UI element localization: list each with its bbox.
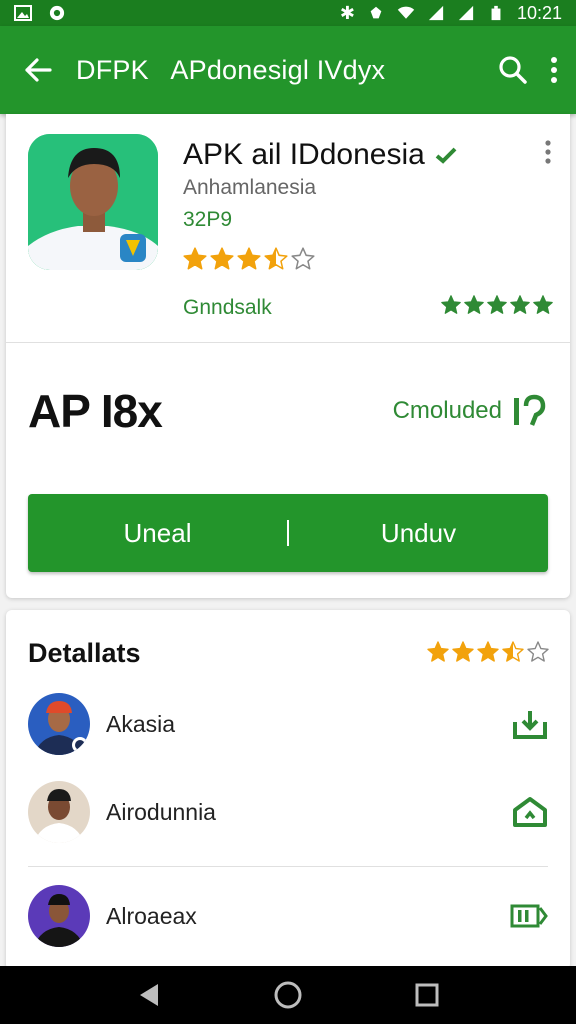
star-icon	[264, 247, 288, 270]
page-title: DFPK APdonesigl IVdyx	[76, 54, 386, 85]
image-icon	[14, 5, 32, 21]
details-title: Detallats	[28, 638, 141, 668]
vibrate-icon	[370, 6, 382, 19]
signal-icon-2	[458, 5, 474, 21]
card-divider	[6, 342, 570, 343]
install-title: AP I8x	[28, 385, 163, 437]
battery-icon	[491, 5, 501, 21]
battery-forward-icon[interactable]	[510, 903, 548, 929]
star-icon	[502, 641, 524, 662]
app-rating-stars	[182, 246, 316, 272]
back-button[interactable]	[0, 26, 76, 114]
details-rating-stars	[426, 640, 550, 664]
card-more-icon[interactable]	[544, 140, 552, 164]
install-status-label: Cmoluded	[392, 397, 502, 424]
star-icon	[533, 295, 553, 314]
app-name-label: APK ail IDdonesia	[183, 138, 425, 171]
app-bar: DFPK APdonesigl IVdyx	[0, 26, 576, 114]
nav-back-icon[interactable]	[136, 982, 162, 1008]
search-icon[interactable]	[498, 55, 528, 85]
app-size: 32P9	[183, 208, 233, 231]
install-action-bar: Uneal Unduv	[28, 494, 548, 572]
list-item-label: Alroaeax	[106, 902, 197, 929]
avatar	[28, 693, 90, 755]
avatar-image	[28, 693, 90, 755]
app-genre[interactable]: Gnndsalk	[183, 296, 272, 320]
navigation-bar	[0, 966, 576, 1024]
status-bar: ✱ 10:21	[0, 0, 576, 26]
list-item-label: Akasia	[106, 710, 176, 737]
details-card: Detallats Akasia Airodunnia Alroaeax	[6, 610, 570, 970]
nav-recents-icon[interactable]	[414, 982, 440, 1008]
install-status[interactable]: Cmoluded	[393, 394, 546, 428]
download-tray-icon[interactable]	[512, 708, 548, 740]
notification-icon	[49, 5, 65, 21]
avatar-image	[28, 781, 90, 843]
list-divider	[28, 866, 548, 867]
uninstall-button[interactable]: Uneal	[28, 494, 287, 572]
star-icon	[452, 641, 474, 662]
star-icon	[291, 247, 315, 270]
nav-home-icon[interactable]	[273, 980, 303, 1010]
star-icon	[527, 641, 549, 662]
house-upload-icon[interactable]	[512, 796, 548, 828]
star-icon	[487, 295, 507, 314]
list-item[interactable]: Alroaeax	[6, 876, 570, 956]
signal-icon	[428, 5, 444, 21]
star-icon	[210, 247, 234, 270]
star-icon	[464, 295, 484, 314]
developer-name[interactable]: Anhamlanesia	[183, 176, 316, 200]
avatar	[28, 885, 90, 947]
app-icon-portrait	[28, 134, 158, 270]
star-icon	[441, 295, 461, 314]
back-arrow-icon	[25, 58, 52, 82]
avatar	[28, 781, 90, 843]
more-vert-icon[interactable]	[550, 56, 558, 84]
avatar-image	[28, 885, 90, 947]
status-info-icon	[514, 394, 546, 426]
app-name: APK ail IDdonesia	[183, 138, 457, 172]
app-icon[interactable]	[28, 134, 158, 270]
bluetooth-icon: ✱	[339, 2, 355, 23]
download-button[interactable]: Unduv	[289, 494, 548, 572]
star-icon	[477, 641, 499, 662]
star-icon	[427, 641, 449, 662]
star-icon	[510, 295, 530, 314]
app-info-card: APK ail IDdonesia Anhamlanesia 32P9 Gnnd…	[6, 114, 570, 598]
status-time: 10:21	[516, 2, 562, 23]
star-icon	[237, 247, 261, 270]
list-item-label: Airodunnia	[106, 798, 216, 825]
star-icon	[183, 247, 207, 270]
wifi-icon	[397, 6, 415, 19]
list-item[interactable]: Airodunnia	[6, 772, 570, 852]
list-item[interactable]: Akasia	[6, 684, 570, 764]
genre-rating-stars	[440, 294, 554, 316]
verified-icon	[435, 147, 457, 164]
